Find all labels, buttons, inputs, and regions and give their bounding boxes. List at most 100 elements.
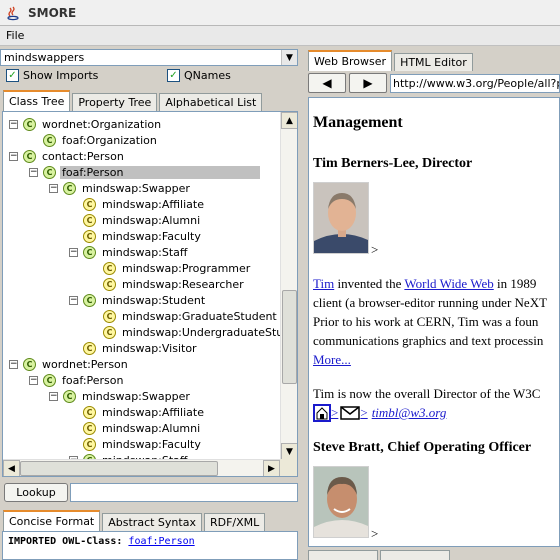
vertical-scroll-thumb[interactable]	[282, 290, 297, 384]
tree-row[interactable]: − Cmindswap:Student	[69, 292, 207, 308]
tree-row[interactable]: − Ccontact:Person	[9, 148, 126, 164]
tree-row[interactable]: Cmindswap:Alumni	[69, 212, 202, 228]
tim-link[interactable]: Tim	[313, 276, 334, 291]
tree-row[interactable]: − Cwordnet:Person	[9, 356, 130, 372]
tab-web-browser[interactable]: Web Browser	[308, 50, 393, 71]
bio-line-3: Prior to his work at CERN, Tim was a fou…	[313, 314, 539, 329]
qnames-checkbox[interactable]: ✓ QNames	[167, 69, 231, 82]
mail-icon[interactable]	[340, 406, 361, 420]
bottom-tab[interactable]	[380, 550, 450, 560]
tree-row[interactable]: Cmindswap:Faculty	[69, 436, 203, 452]
vertical-scrollbar[interactable]: ▲ ▼	[280, 112, 297, 460]
url-field[interactable]: http://www.w3.org/People/all?pict	[390, 73, 560, 93]
person1-photo	[313, 182, 369, 254]
tree-row-label: foaf:Organization	[62, 133, 157, 147]
menu-file[interactable]: File	[6, 29, 24, 42]
tree-row[interactable]: Cmindswap:UndergraduateStudent	[89, 324, 280, 340]
web-page-view[interactable]: Management Tim Berners-Lee, Director > T…	[308, 97, 560, 547]
lookup-input[interactable]	[70, 483, 298, 502]
tree-row[interactable]: Cmindswap:GraduateStudent	[89, 308, 279, 324]
bottom-tab[interactable]	[308, 550, 378, 560]
scroll-up-icon[interactable]: ▲	[281, 112, 297, 129]
class-icon: C	[83, 437, 96, 451]
browser-tabs: Web Browser HTML Editor	[308, 49, 475, 71]
menu-bar: File	[0, 26, 560, 46]
tree-row[interactable]: Cmindswap:Affiliate	[69, 196, 206, 212]
tree-row[interactable]: Cmindswap:Affiliate	[69, 404, 206, 420]
home-sep[interactable]: >	[331, 405, 338, 421]
class-tree-rows: − Cwordnet:Organization Cfoaf:Organization…	[3, 112, 280, 460]
bio-text-mid: invented the	[334, 276, 405, 291]
tree-row[interactable]: Cmindswap:Researcher	[89, 276, 246, 292]
scroll-right-icon[interactable]: ▶	[263, 460, 280, 476]
tree-row-label: contact:Person	[42, 149, 124, 163]
tab-alphabetical-list[interactable]: Alphabetical List	[159, 93, 263, 111]
right-pane: Web Browser HTML Editor ◀ ▶ http://www.w…	[304, 47, 560, 560]
more-link[interactable]: More...	[313, 352, 351, 367]
tab-html-editor[interactable]: HTML Editor	[394, 53, 473, 71]
class-tree[interactable]: − Cwordnet:Organization Cfoaf:Organization…	[2, 111, 298, 477]
tree-row[interactable]: Cmindswap:Faculty	[69, 228, 203, 244]
scroll-down-icon[interactable]: ▼	[281, 443, 297, 460]
world-wide-web-link[interactable]: World Wide Web	[404, 276, 493, 291]
tree-row[interactable]: Cfoaf:Organization	[29, 132, 159, 148]
qnames-label: QNames	[184, 69, 231, 82]
java-app-icon	[4, 4, 22, 22]
tree-row-label: mindswap:Swapper	[82, 181, 190, 195]
tree-expander-icon[interactable]: −	[29, 167, 38, 177]
tree-expander-icon[interactable]: −	[49, 391, 58, 401]
concise-class-link[interactable]: foaf:Person	[128, 536, 194, 547]
class-icon: C	[63, 181, 76, 195]
email-link[interactable]: timbl@w3.org	[372, 405, 447, 421]
tree-tabs: Class Tree Property Tree Alphabetical Li…	[3, 90, 264, 111]
show-imports-checkbox[interactable]: ✓ Show Imports	[6, 69, 98, 82]
tab-abstract-syntax[interactable]: Abstract Syntax	[102, 513, 202, 531]
forward-button[interactable]: ▶	[349, 73, 387, 93]
person2-title: Steve Bratt, Chief Operating Officer	[313, 440, 532, 455]
ontology-select[interactable]: mindswappers ▼	[0, 49, 298, 66]
tree-row[interactable]: − Cfoaf:Person	[29, 372, 126, 388]
tab-rdf-xml[interactable]: RDF/XML	[203, 513, 266, 531]
horizontal-scroll-thumb[interactable]	[20, 461, 218, 476]
class-icon: C	[23, 117, 36, 131]
tree-row-label: wordnet:Person	[42, 357, 128, 371]
tree-row[interactable]: Cmindswap:Visitor	[69, 340, 199, 356]
horizontal-scrollbar[interactable]: ◀ ▶	[3, 459, 280, 476]
tree-row[interactable]: − Cmindswap:Staff	[69, 244, 190, 260]
tab-concise-format[interactable]: Concise Format	[3, 510, 101, 531]
tree-row[interactable]: − Cfoaf:Person	[29, 164, 260, 180]
tree-expander-icon[interactable]: −	[29, 375, 38, 385]
tree-row[interactable]: Cmindswap:Programmer	[89, 260, 252, 276]
more-line: More...	[313, 352, 351, 368]
lookup-button[interactable]: Lookup	[4, 483, 68, 502]
tree-row-label: mindswap:Student	[102, 293, 206, 307]
person2-photo	[313, 466, 369, 538]
mail-sep[interactable]: >	[360, 405, 367, 421]
home-icon[interactable]	[313, 404, 331, 422]
tree-expander-icon[interactable]: −	[9, 151, 18, 161]
bio-line-1: Tim invented the World Wide Web in 1989	[313, 276, 536, 292]
scroll-left-icon[interactable]: ◀	[3, 460, 20, 476]
class-icon: C	[63, 389, 76, 403]
tree-expander-icon[interactable]: −	[9, 359, 18, 369]
tree-row[interactable]: Cmindswap:Alumni	[69, 420, 202, 436]
format-tabs: Concise Format Abstract Syntax RDF/XML	[3, 510, 267, 531]
class-icon: C	[103, 261, 116, 275]
tab-property-tree[interactable]: Property Tree	[72, 93, 158, 111]
tree-expander-icon[interactable]: −	[9, 119, 18, 129]
tree-expander-icon[interactable]: −	[49, 183, 58, 193]
tree-row[interactable]: − Cmindswap:Swapper	[49, 388, 192, 404]
scroll-corner	[280, 459, 297, 476]
back-button[interactable]: ◀	[308, 73, 346, 93]
window-title: SMORE	[28, 5, 77, 20]
bio-text-end: in 1989	[493, 276, 537, 291]
tree-row[interactable]: − Cmindswap:Swapper	[49, 180, 192, 196]
tree-row-label: foaf:Person	[60, 165, 260, 179]
class-icon: C	[83, 213, 96, 227]
tab-class-tree[interactable]: Class Tree	[3, 90, 71, 111]
tree-expander-icon[interactable]: −	[69, 295, 78, 305]
tree-expander-icon[interactable]: −	[69, 247, 78, 257]
chevron-down-icon[interactable]: ▼	[281, 50, 297, 65]
tree-row[interactable]: − Cwordnet:Organization	[9, 116, 163, 132]
director-line: Tim is now the overall Director of the W…	[313, 386, 541, 401]
